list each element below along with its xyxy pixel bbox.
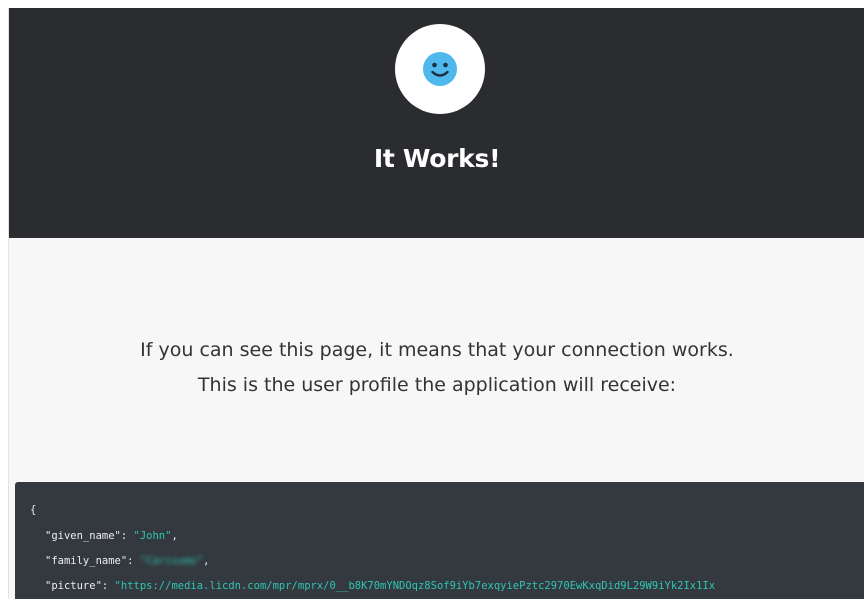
json-open-brace: {	[30, 504, 37, 516]
page-title: It Works!	[373, 144, 501, 173]
header-banner: It Works!	[9, 8, 864, 238]
json-value-family-name: "Carisumo"	[139, 555, 204, 567]
profile-json-block: { "given_name": "John", "family_name": "…	[15, 482, 864, 599]
avatar	[395, 24, 485, 114]
json-line-open: {	[30, 504, 36, 516]
browser-page: It Works! If you can see this page, it m…	[8, 8, 864, 599]
json-value-given-name: "John"	[133, 530, 172, 542]
smiley-face-icon	[423, 52, 457, 86]
json-line-picture: "picture": "https://media.licdn.com/mpr/…	[45, 580, 715, 592]
json-line-given-name: "given_name": "John",	[45, 530, 178, 542]
json-key-given-name: "given_name":	[45, 530, 128, 542]
message-line-1: If you can see this page, it means that …	[140, 339, 734, 361]
json-key-family-name: "family_name":	[45, 555, 134, 567]
json-line-family-name: "family_name": "Carisumo",	[45, 555, 210, 567]
connection-message: If you can see this page, it means that …	[9, 333, 864, 403]
message-line-2: This is the user profile the application…	[197, 374, 677, 396]
json-value-picture: "https://media.licdn.com/mpr/mprx/0__b8K…	[114, 580, 716, 592]
json-key-picture: "picture":	[45, 580, 109, 592]
